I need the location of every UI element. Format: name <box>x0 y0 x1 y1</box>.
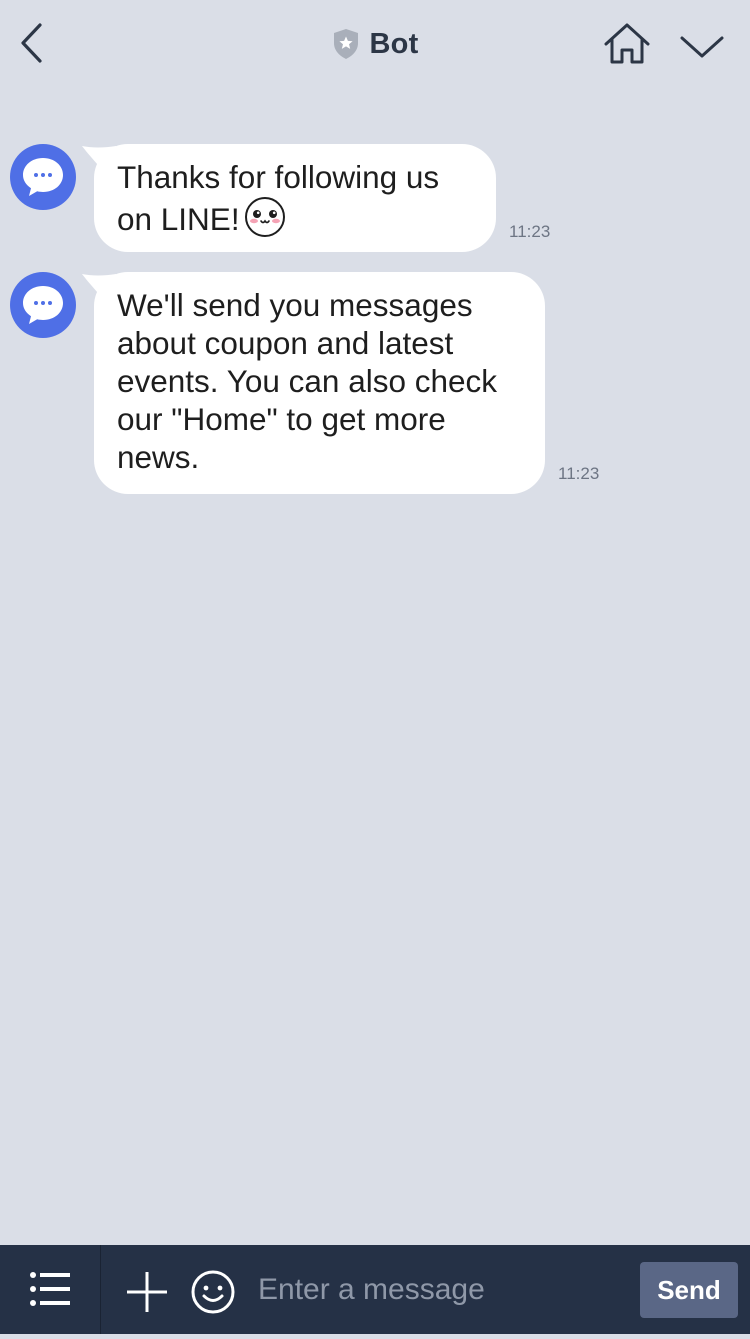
home-button[interactable] <box>600 20 654 68</box>
back-chevron-icon <box>21 23 42 63</box>
menu-button[interactable] <box>0 1245 100 1334</box>
message-bubble[interactable]: Thanks for following us on LINE! <box>94 144 496 252</box>
message-timestamp: 11:23 <box>509 222 551 241</box>
chevron-down-icon <box>680 36 724 58</box>
message-timestamp: 11:23 <box>558 464 600 483</box>
smiley-icon <box>191 1270 235 1314</box>
plus-icon <box>127 1272 167 1312</box>
bot-avatar[interactable] <box>10 272 76 338</box>
chat-bubble-icon <box>23 158 63 196</box>
shield-star-icon <box>333 29 358 59</box>
add-attachment-button[interactable] <box>124 1269 170 1315</box>
back-button[interactable] <box>14 20 54 66</box>
chat-bubble-icon <box>23 286 63 324</box>
chat-title-group[interactable]: Bot <box>332 28 419 61</box>
blushing-face-icon <box>244 197 285 237</box>
bot-avatar[interactable] <box>10 144 76 210</box>
message-text: We'll send you messages about coupon and… <box>117 287 498 475</box>
home-icon <box>604 23 650 64</box>
expand-menu-button[interactable] <box>676 24 728 68</box>
chat-header: Bot <box>0 0 750 90</box>
send-button[interactable]: Send <box>640 1262 738 1318</box>
message-input-bar: Send <box>0 1245 750 1334</box>
chat-title: Bot <box>369 27 419 60</box>
footer-divider <box>100 1245 101 1334</box>
list-menu-icon <box>30 1272 70 1306</box>
message-bubble[interactable]: We'll send you messages about coupon and… <box>94 272 545 494</box>
message-input[interactable] <box>258 1267 628 1313</box>
emoji-button[interactable] <box>190 1269 236 1315</box>
